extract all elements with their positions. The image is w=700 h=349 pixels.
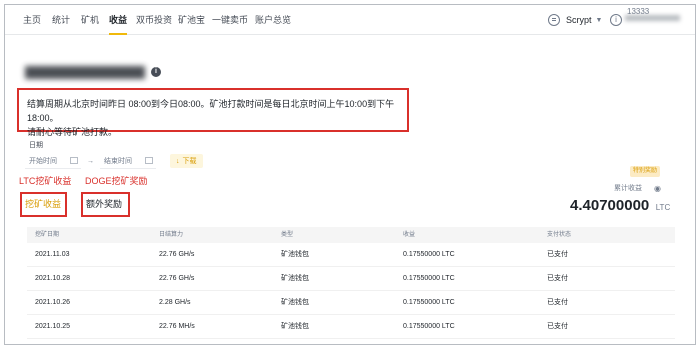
app-frame: 主页 统计 矿机 收益 双币投资 矿池宝 一键卖币 账户总览 Scrypt ▼ … bbox=[4, 4, 696, 345]
table-row: 2021.10.25 22.76 MH/s 矿池钱包 0.17550000 LT… bbox=[27, 315, 675, 339]
special-reward-badge: 特别奖励 bbox=[630, 166, 661, 177]
cell-earning: 0.17550000 LTC bbox=[403, 275, 455, 282]
calendar-icon bbox=[70, 157, 78, 164]
end-date-input[interactable]: 结束时间 bbox=[100, 153, 156, 169]
tab-extra-rewards[interactable]: 额外奖励 bbox=[81, 192, 130, 217]
tab-home[interactable]: 主页 bbox=[23, 5, 41, 35]
cell-hashrate: 22.76 GH/s bbox=[159, 275, 195, 282]
cell-type: 矿池钱包 bbox=[281, 323, 309, 330]
tab-mining-earnings[interactable]: 挖矿收益 bbox=[20, 192, 67, 217]
download-icon: ↓ bbox=[176, 157, 180, 165]
header-type: 类型 bbox=[281, 232, 294, 238]
header-date: 挖矿日期 bbox=[35, 232, 60, 238]
table-row: 2021.10.26 2.28 GH/s 矿池钱包 0.17550000 LTC… bbox=[27, 291, 675, 315]
date-separator: → bbox=[87, 157, 94, 165]
algorithm-selector[interactable]: Scrypt ▼ bbox=[548, 12, 602, 28]
chevron-down-icon: ▼ bbox=[595, 16, 603, 24]
mining-earnings-label: 挖矿收益 bbox=[25, 199, 62, 209]
cell-status: 已支付 bbox=[547, 275, 568, 282]
table-row: 2021.10.28 22.76 GH/s 矿池钱包 0.17550000 LT… bbox=[27, 267, 675, 291]
eye-icon[interactable]: ◉ bbox=[654, 184, 661, 193]
cell-earning: 0.17550000 LTC bbox=[403, 251, 455, 258]
cell-type: 矿池钱包 bbox=[281, 299, 309, 306]
cell-earning: 0.17550000 LTC bbox=[403, 299, 455, 306]
tab-quick-sell[interactable]: 一键卖币 bbox=[212, 5, 248, 35]
cell-type: 矿池钱包 bbox=[281, 275, 309, 282]
cell-hashrate: 22.76 GH/s bbox=[159, 251, 195, 258]
tab-dual-investment[interactable]: 双币投资 bbox=[136, 5, 172, 35]
notice-line-1: 结算周期从北京时间昨日 08:00到今日08:00。矿池打款时间是每日北京时间上… bbox=[27, 99, 395, 123]
end-date-placeholder: 结束时间 bbox=[104, 157, 132, 165]
cumulative-total: 4.40700000 LTC bbox=[570, 197, 670, 215]
doge-annotation: DOGE挖矿奖励 bbox=[85, 176, 148, 186]
cell-hashrate: 2.28 GH/s bbox=[159, 299, 191, 306]
page-title-blurred bbox=[25, 65, 145, 79]
download-label: 下载 bbox=[182, 158, 197, 165]
cell-status: 已支付 bbox=[547, 251, 568, 258]
header-earning: 收益 bbox=[403, 232, 416, 238]
cell-earning: 0.17550000 LTC bbox=[403, 323, 455, 330]
ltc-annotation: LTC挖矿收益 bbox=[19, 176, 72, 186]
page-title: i bbox=[25, 63, 161, 81]
calendar-icon bbox=[145, 157, 153, 164]
table-header: 挖矿日期 日结算力 类型 收益 支付状态 bbox=[27, 227, 675, 243]
cell-status: 已支付 bbox=[547, 299, 568, 306]
tab-pool-savings[interactable]: 矿池宝 bbox=[178, 5, 205, 35]
cell-date: 2021.10.26 bbox=[35, 299, 71, 306]
algorithm-label: Scrypt bbox=[566, 15, 592, 25]
table-row: 2021.11.03 22.76 GH/s 矿池钱包 0.17550000 LT… bbox=[27, 243, 675, 267]
tab-earnings[interactable]: 收益 bbox=[109, 5, 128, 35]
header-status: 支付状态 bbox=[547, 232, 572, 238]
cell-status: 已支付 bbox=[547, 323, 568, 330]
cell-date: 2021.11.03 bbox=[35, 251, 70, 258]
download-button[interactable]: ↓ 下载 bbox=[170, 154, 203, 168]
cell-date: 2021.10.28 bbox=[35, 275, 71, 282]
tab-miners[interactable]: 矿机 bbox=[81, 5, 99, 35]
date-filter: 开始时间 → 结束时间 ↓ 下载 bbox=[25, 153, 203, 169]
top-navigation: 主页 统计 矿机 收益 双币投资 矿池宝 一键卖币 账户总览 Scrypt ▼ … bbox=[5, 5, 695, 35]
cell-type: 矿池钱包 bbox=[281, 251, 309, 258]
user-account[interactable]: 13333 bbox=[625, 7, 685, 27]
settlement-notice: 结算周期从北京时间昨日 08:00到今日08:00。矿池打款时间是每日北京时间上… bbox=[17, 88, 409, 137]
date-label: 日期 bbox=[29, 142, 43, 149]
header-hashrate: 日结算力 bbox=[159, 232, 184, 238]
tab-account-overview[interactable]: 账户总览 bbox=[255, 5, 291, 35]
start-date-input[interactable]: 开始时间 bbox=[25, 153, 81, 169]
start-date-placeholder: 开始时间 bbox=[29, 157, 57, 165]
tab-statistics[interactable]: 统计 bbox=[52, 5, 70, 35]
algorithm-icon bbox=[548, 14, 560, 26]
total-value: 4.40700000 bbox=[570, 197, 650, 214]
cumulative-label: 累计收益 bbox=[614, 185, 642, 192]
info-icon[interactable]: i bbox=[151, 67, 161, 77]
notice-line-2: 请耐心等待矿池打款。 bbox=[27, 127, 118, 137]
extra-rewards-label: 额外奖励 bbox=[86, 199, 123, 209]
cell-hashrate: 22.76 MH/s bbox=[159, 323, 195, 330]
earnings-table: 挖矿日期 日结算力 类型 收益 支付状态 2021.11.03 22.76 GH… bbox=[27, 227, 675, 339]
cell-date: 2021.10.25 bbox=[35, 323, 71, 330]
user-blurred bbox=[625, 15, 680, 21]
total-unit: LTC bbox=[655, 203, 671, 212]
info-icon[interactable]: i bbox=[610, 14, 622, 26]
